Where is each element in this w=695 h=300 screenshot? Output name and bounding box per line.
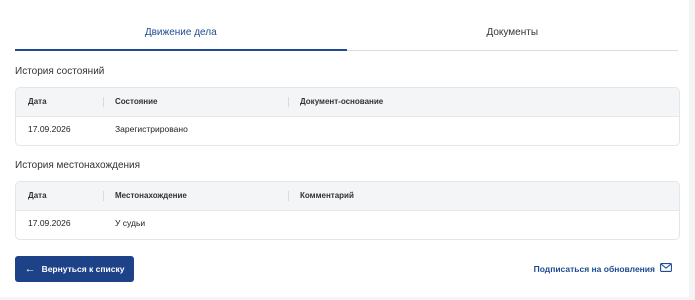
table-header: Дата Местонахождение Комментарий xyxy=(16,182,679,211)
status-history-table: Дата Состояние Документ-основание 17.09.… xyxy=(15,87,680,146)
cell-date: 17.09.2026 xyxy=(28,218,71,228)
status-history-title: История состояний xyxy=(15,66,105,77)
table-header: Дата Состояние Документ-основание xyxy=(16,88,679,117)
back-button-label: Вернуться к списку xyxy=(41,264,125,274)
tabs: Движение дела Документы xyxy=(15,22,678,51)
arrow-left-icon: ← xyxy=(24,263,36,275)
tab-documents[interactable]: Документы xyxy=(347,22,679,50)
column-header-date: Дата xyxy=(28,191,47,200)
scrollbar-track[interactable] xyxy=(689,0,695,300)
column-header-basis-document: Документ-основание xyxy=(287,88,383,116)
mail-icon xyxy=(660,263,672,274)
column-header-location: Местонахождение xyxy=(103,182,187,210)
cell-date: 17.09.2026 xyxy=(28,124,71,134)
table-row: 17.09.2026 У судьи xyxy=(16,211,679,239)
subscribe-label: Подписаться на обновления xyxy=(533,263,655,274)
subscribe-link[interactable]: Подписаться на обновления xyxy=(534,263,672,274)
cell-location: У судьи xyxy=(115,218,146,228)
column-header-date: Дата xyxy=(28,97,47,106)
table-row: 17.09.2026 Зарегистрировано xyxy=(16,117,679,145)
tab-case-movement[interactable]: Движение дела xyxy=(15,22,347,51)
column-header-comment: Комментарий xyxy=(288,182,354,210)
location-history-title: История местонахождения xyxy=(15,160,141,171)
cell-state: Зарегистрировано xyxy=(115,124,188,134)
case-card: Движение дела Документы История состояни… xyxy=(0,0,689,297)
location-history-table: Дата Местонахождение Комментарий 17.09.2… xyxy=(15,181,680,240)
back-to-list-button[interactable]: ← Вернуться к списку xyxy=(15,256,134,282)
column-header-state: Состояние xyxy=(102,88,157,116)
